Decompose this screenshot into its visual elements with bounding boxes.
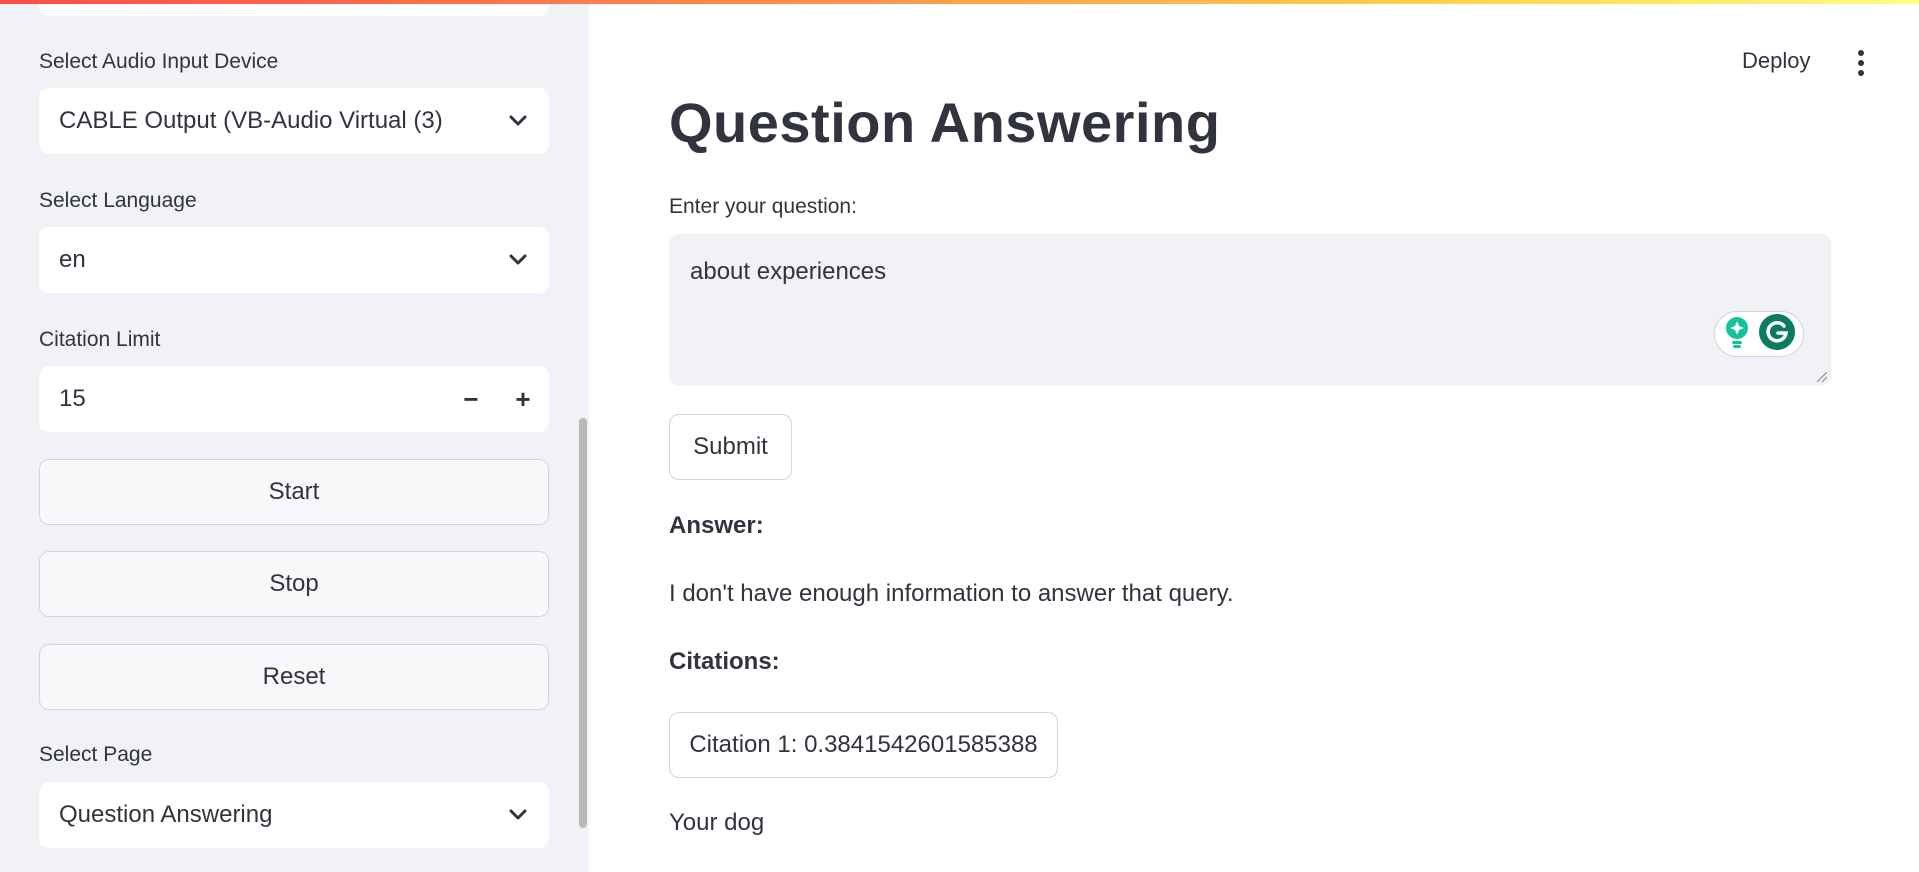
chevron-down-icon xyxy=(507,249,529,271)
language-select[interactable]: en xyxy=(39,227,549,293)
audio-device-select[interactable]: CABLE Output (VB-Audio Virtual (3) xyxy=(39,88,549,154)
citation-limit-input[interactable]: 15 − + xyxy=(39,366,549,432)
grammarly-g-icon[interactable] xyxy=(1758,313,1796,356)
sidebar-scrollbar[interactable] xyxy=(579,418,587,828)
citation-limit-label: Citation Limit xyxy=(39,328,161,351)
page-select-value: Question Answering xyxy=(59,801,273,828)
question-textarea[interactable]: about experiences xyxy=(669,234,1831,386)
resize-handle[interactable] xyxy=(1817,372,1827,382)
citation-limit-value[interactable]: 15 xyxy=(39,385,445,413)
main-content: Deploy Question Answering Enter your que… xyxy=(589,0,1919,872)
kebab-menu-icon[interactable] xyxy=(1851,50,1871,76)
answer-text: I don't have enough information to answe… xyxy=(669,580,1234,607)
page-select[interactable]: Question Answering xyxy=(39,782,549,848)
audio-device-label: Select Audio Input Device xyxy=(39,50,279,73)
submit-button[interactable]: Submit xyxy=(669,414,792,480)
sidebar: Select Audio Input Device CABLE Output (… xyxy=(0,0,589,872)
increment-button[interactable]: + xyxy=(497,366,549,432)
chevron-down-icon xyxy=(507,804,529,826)
page-select-label: Select Page xyxy=(39,743,153,766)
start-button[interactable]: Start xyxy=(39,459,549,525)
page-title: Question Answering xyxy=(669,91,1221,154)
language-value: en xyxy=(59,246,86,273)
audio-device-value: CABLE Output (VB-Audio Virtual (3) xyxy=(59,107,443,134)
deploy-button[interactable]: Deploy xyxy=(1742,48,1810,74)
reset-button[interactable]: Reset xyxy=(39,644,549,710)
language-label: Select Language xyxy=(39,189,197,212)
citation-button[interactable]: Citation 1: 0.3841542601585388 xyxy=(669,712,1058,778)
answer-heading: Answer: xyxy=(669,512,764,539)
grammarly-widget[interactable] xyxy=(1714,311,1804,357)
grammarly-suggestion-icon[interactable] xyxy=(1723,315,1751,354)
stop-button[interactable]: Stop xyxy=(39,551,549,617)
top-decoration-bar xyxy=(0,0,1919,4)
citation-text: Your dog xyxy=(669,809,765,836)
question-value: about experiences xyxy=(690,258,887,285)
citations-heading: Citations: xyxy=(669,648,780,675)
decrement-button[interactable]: − xyxy=(445,366,497,432)
chevron-down-icon xyxy=(507,110,529,132)
question-label: Enter your question: xyxy=(669,195,857,218)
